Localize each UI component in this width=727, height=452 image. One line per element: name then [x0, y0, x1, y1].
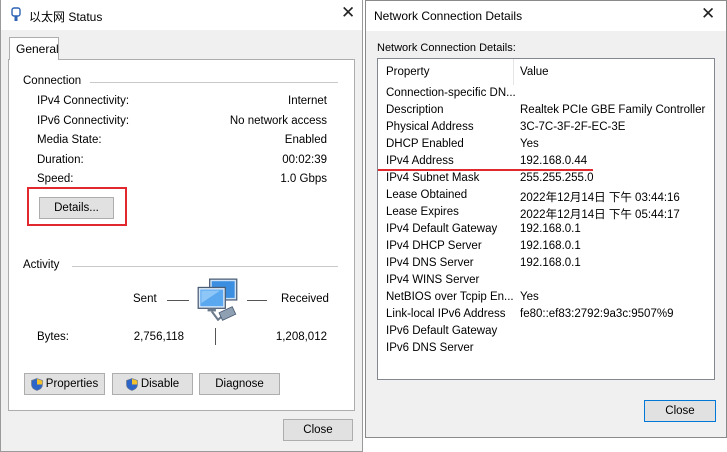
detail-property[interactable]: Physical Address	[386, 121, 474, 133]
detail-property[interactable]: IPv4 DHCP Server	[386, 240, 482, 252]
ipv4-highlight-underline	[378, 169, 593, 171]
detail-property[interactable]: DHCP Enabled	[386, 138, 464, 150]
detail-property[interactable]: IPv4 DNS Server	[386, 257, 474, 269]
detail-value: Realtek PCIe GBE Family Controller	[520, 104, 706, 116]
connection-divider	[90, 82, 338, 83]
detail-property[interactable]: IPv4 Subnet Mask	[386, 172, 479, 184]
ipv4-connectivity-label: IPv4 Connectivity:	[37, 95, 130, 107]
bytes-label: Bytes:	[37, 331, 69, 343]
media-state-label: Media State:	[37, 134, 102, 146]
properties-button[interactable]: Properties	[24, 373, 105, 395]
duration-label: Duration:	[37, 154, 84, 166]
activity-divider	[72, 266, 338, 267]
column-header-value[interactable]: Value	[515, 59, 714, 85]
detail-value: 2022年12月14日 下午 05:44:17	[520, 209, 680, 221]
detail-value: Yes	[520, 138, 539, 150]
status-window-title: 以太网 Status	[29, 10, 103, 24]
sent-dash	[167, 300, 189, 301]
status-titlebar[interactable]: 以太网 Status ✕	[1, 0, 362, 30]
detail-value: Yes	[520, 291, 539, 303]
column-header-property[interactable]: Property	[378, 59, 514, 85]
details-close-button[interactable]: Close	[644, 400, 716, 422]
tab-general[interactable]: General	[9, 37, 59, 60]
properties-label: Properties	[45, 378, 99, 390]
detail-value: 192.168.0.1	[520, 240, 581, 252]
ipv4-connectivity-value: Internet	[288, 95, 327, 107]
sent-label: Sent	[133, 293, 157, 305]
bytes-sent-value: 2,756,118	[133, 331, 184, 343]
details-listview[interactable]: Property Value Connection-specific DN...…	[377, 58, 715, 380]
speed-value: 1.0 Gbps	[280, 173, 327, 185]
detail-property[interactable]: Description	[386, 104, 444, 116]
detail-value: 255.255.255.0	[520, 172, 594, 184]
detail-value: 2022年12月14日 下午 03:44:16	[520, 192, 680, 204]
details-button[interactable]: Details...	[39, 197, 114, 219]
close-icon[interactable]: ✕	[701, 4, 715, 24]
received-label: Received	[281, 293, 329, 305]
detail-property[interactable]: IPv4 Default Gateway	[386, 223, 497, 235]
detail-property[interactable]: Connection-specific DN...	[386, 87, 516, 99]
disable-label: Disable	[140, 378, 180, 390]
received-dash	[247, 300, 267, 301]
ethernet-status-window: 以太网 Status ✕ General Connection IPv4 Con…	[0, 0, 363, 452]
detail-property[interactable]: IPv4 WINS Server	[386, 274, 479, 286]
detail-property[interactable]: NetBIOS over Tcpip En...	[386, 291, 514, 303]
ipv6-connectivity-value: No network access	[229, 115, 327, 127]
activity-separator	[215, 328, 216, 345]
uac-shield-icon	[126, 377, 138, 391]
detail-value: fe80::ef83:2792:9a3c:9507%9	[520, 308, 674, 320]
connection-heading: Connection	[23, 75, 82, 87]
media-state-value: Enabled	[284, 134, 327, 146]
detail-value: 192.168.0.44	[520, 155, 588, 167]
diagnose-button[interactable]: Diagnose	[199, 373, 280, 395]
duration-value: 00:02:39	[282, 154, 327, 166]
uac-shield-icon	[30, 377, 43, 391]
detail-property[interactable]: Lease Obtained	[386, 189, 467, 201]
details-window-title: Network Connection Details	[374, 9, 523, 23]
detail-value: 192.168.0.1	[520, 223, 581, 235]
disable-button[interactable]: Disable	[112, 373, 193, 395]
detail-value: 192.168.0.1	[520, 257, 581, 269]
speed-label: Speed:	[37, 173, 74, 185]
detail-property[interactable]: IPv6 Default Gateway	[386, 325, 497, 337]
close-icon[interactable]: ✕	[341, 3, 355, 23]
details-subtitle: Network Connection Details:	[377, 42, 516, 54]
general-panel: Connection IPv4 Connectivity: Internet I…	[8, 59, 355, 411]
network-computers-icon	[197, 278, 238, 322]
status-close-button[interactable]: Close	[283, 419, 353, 441]
detail-value: 3C-7C-3F-2F-EC-3E	[520, 121, 626, 133]
detail-property[interactable]: IPv4 Address	[386, 155, 454, 167]
details-titlebar[interactable]: Network Connection Details ✕	[366, 1, 726, 31]
detail-property[interactable]: IPv6 DNS Server	[386, 342, 474, 354]
bytes-received-value: 1,208,012	[275, 331, 327, 343]
connection-details-window: Network Connection Details ✕ Network Con…	[365, 0, 727, 438]
network-adapter-icon	[11, 7, 21, 21]
detail-property[interactable]: Link-local IPv6 Address	[386, 308, 506, 320]
detail-property[interactable]: Lease Expires	[386, 206, 459, 218]
activity-heading: Activity	[23, 259, 60, 271]
ipv6-connectivity-label: IPv6 Connectivity:	[37, 115, 130, 127]
